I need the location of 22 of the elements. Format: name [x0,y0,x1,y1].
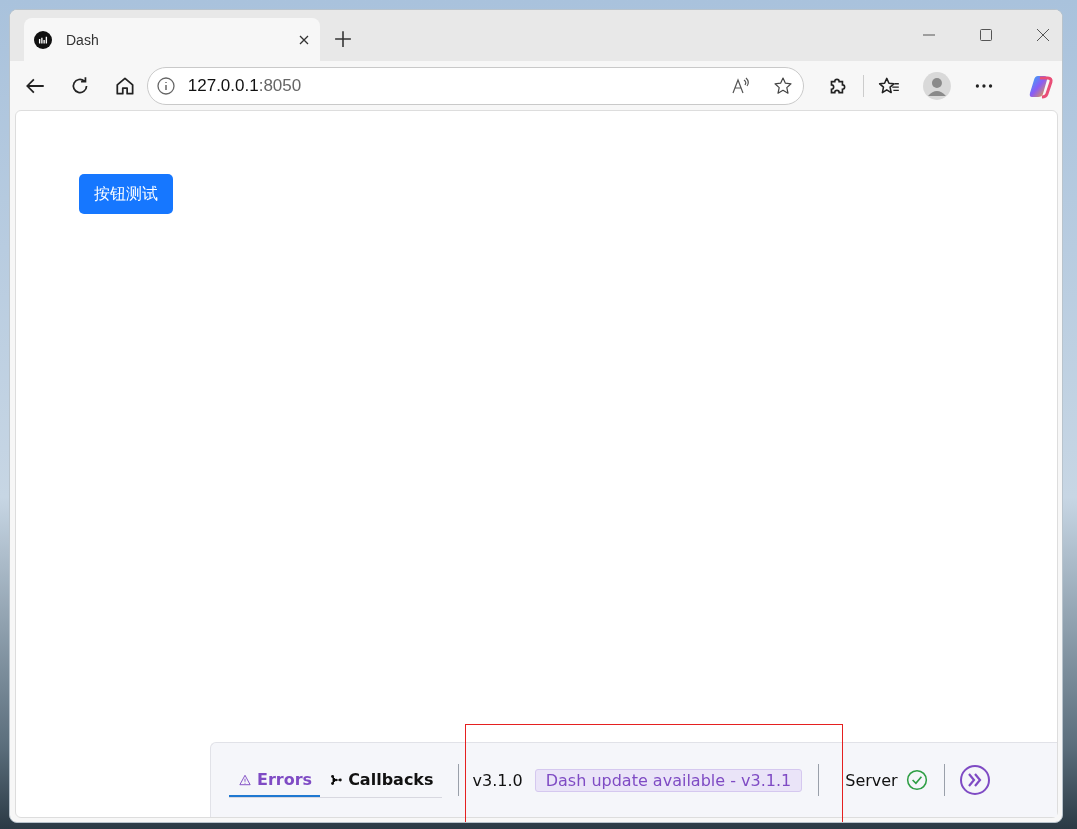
expand-icon[interactable] [958,764,991,796]
info-icon [155,75,176,96]
version-text: v3.1.0 [472,770,523,790]
maximize-icon[interactable] [979,28,993,42]
browser-tab[interactable]: Dash [24,18,320,61]
server-label: Server [845,770,898,790]
address-bar[interactable]: 127.0.0.1:8050 [146,66,805,105]
plus-icon[interactable] [334,30,352,48]
test-button[interactable]: 按钮测试 [79,174,173,214]
star-icon[interactable] [773,75,794,96]
read-aloud-icon[interactable] [731,75,752,96]
close-icon[interactable] [1036,28,1050,42]
devtools-tab[interactable]: Errors [229,766,321,797]
devtools-tab[interactable]: Callbacks [320,766,442,797]
warning-icon [239,773,251,786]
nodes-icon [330,773,343,786]
url-text: 127.0.0.1:8050 [187,75,302,96]
update-badge[interactable]: Dash update available - v3.1.1 [534,768,803,792]
profile-avatar-icon[interactable] [923,71,952,100]
bar-chart-icon [34,30,52,49]
tab-title: Dash [66,31,100,48]
close-icon[interactable] [298,33,310,46]
